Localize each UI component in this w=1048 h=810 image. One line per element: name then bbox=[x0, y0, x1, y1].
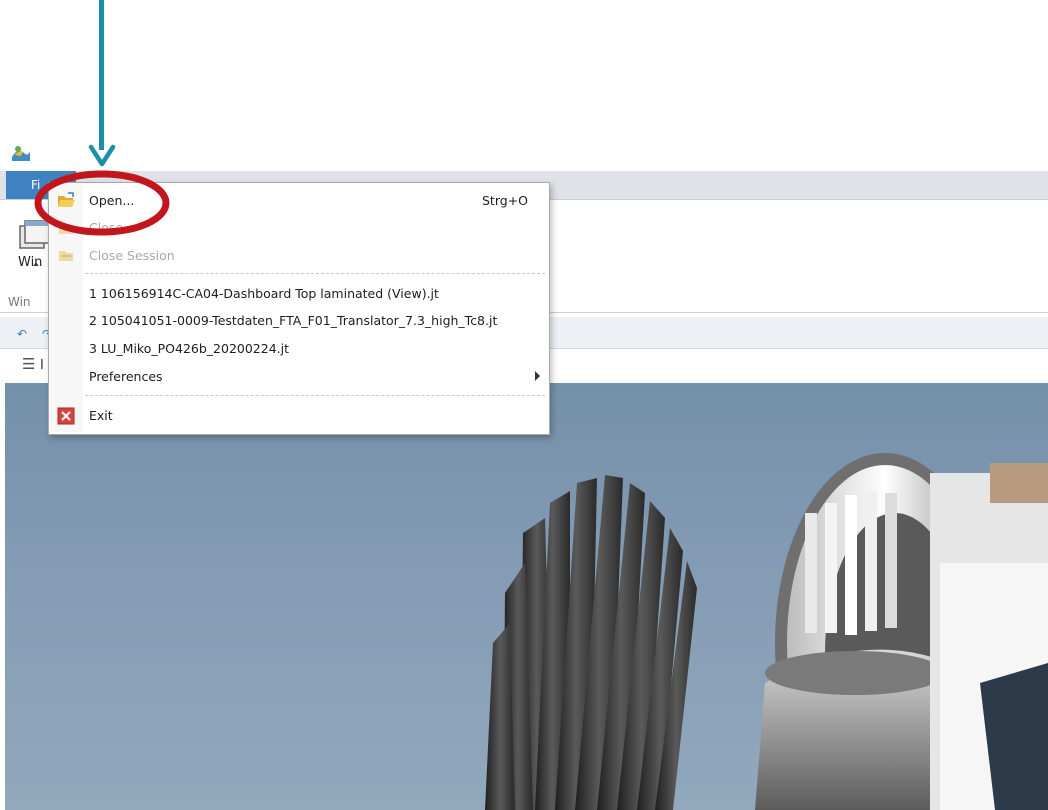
menu-label-close-session: Close Session bbox=[89, 248, 175, 263]
annotation-arrow-head bbox=[88, 144, 116, 167]
menu-shortcut-open: Strg+O bbox=[482, 193, 529, 208]
annotation-arrow-shaft bbox=[99, 0, 104, 150]
turbine-model bbox=[485, 453, 1048, 810]
annotation-highlight-ellipse bbox=[34, 170, 170, 236]
submenu-arrow-icon bbox=[535, 371, 540, 381]
menu-label-preferences: Preferences bbox=[89, 369, 163, 384]
close-session-icon bbox=[59, 251, 73, 261]
ribbon-group-label: Win bbox=[8, 295, 31, 309]
menu-item-recent-2[interactable]: 2 105041051-0009-Testdaten_FTA_F01_Trans… bbox=[49, 308, 547, 334]
menu-separator bbox=[85, 395, 545, 396]
menu-label-exit: Exit bbox=[89, 408, 113, 423]
menu-item-exit[interactable]: Exit bbox=[49, 403, 547, 429]
menu-item-close-session[interactable]: Close Session bbox=[49, 243, 547, 269]
menu-item-recent-3[interactable]: 3 LU_Miko_PO426b_20200224.jt bbox=[49, 336, 547, 362]
recent-file-1: 1 106156914C-CA04-Dashboard Top laminate… bbox=[89, 286, 439, 301]
panel-label: I bbox=[40, 358, 44, 373]
recent-file-3: 3 LU_Miko_PO426b_20200224.jt bbox=[89, 341, 290, 356]
app-logo-icon[interactable] bbox=[10, 143, 32, 163]
hamburger-icon[interactable]: ☰ bbox=[22, 355, 35, 373]
window-button-label[interactable]: Win bbox=[18, 255, 42, 270]
exit-icon bbox=[57, 407, 75, 425]
menu-item-preferences[interactable]: Preferences bbox=[49, 364, 547, 390]
housing bbox=[930, 463, 1048, 810]
drum bbox=[755, 649, 945, 810]
3d-viewport[interactable] bbox=[5, 383, 1048, 810]
undo-icon[interactable]: ↶ bbox=[17, 327, 27, 341]
menu-item-recent-1[interactable]: 1 106156914C-CA04-Dashboard Top laminate… bbox=[49, 281, 547, 307]
menu-separator bbox=[85, 273, 545, 274]
recent-file-2: 2 105041051-0009-Testdaten_FTA_F01_Trans… bbox=[89, 313, 498, 328]
blade-fan bbox=[485, 475, 697, 810]
